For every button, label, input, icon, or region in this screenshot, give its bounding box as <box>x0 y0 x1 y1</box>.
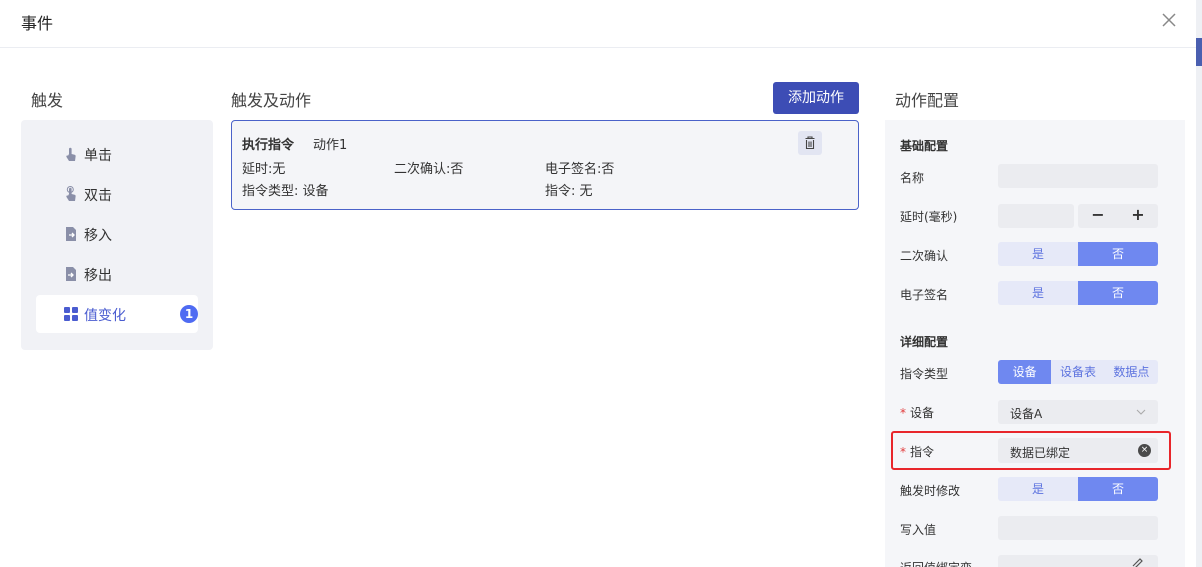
confirm-toggle: 是 否 <box>998 242 1158 266</box>
basic-config-heading: 基础配置 <box>900 139 949 153</box>
cmd-field-value: 数据已绑定 <box>1010 446 1071 460</box>
double-tap-icon <box>66 186 76 201</box>
trigger-title: 触发 <box>31 91 64 110</box>
delete-button[interactable] <box>798 131 822 155</box>
delay-input[interactable] <box>998 204 1074 228</box>
cmd-type-device-table-option[interactable]: 设备表 <box>1051 360 1105 384</box>
trigger-item-double-click[interactable]: 双击 <box>36 175 198 213</box>
name-label: 名称 <box>900 171 925 185</box>
tap-icon <box>66 147 76 161</box>
close-icon[interactable] <box>1159 10 1179 30</box>
cmd-type-device-option[interactable]: 设备 <box>998 360 1052 384</box>
enter-doc-icon <box>66 227 76 241</box>
action-card[interactable]: 执行指令 动作1 延时:无 二次确认:否 电子签名:否 指令类型: 设备 指令:… <box>231 120 859 210</box>
name-input[interactable] <box>998 164 1158 188</box>
trigger-label: 移入 <box>84 228 112 244</box>
scrollbar-edge <box>1196 0 1202 567</box>
action-delay: 延时:无 <box>242 162 286 177</box>
clear-icon[interactable]: × <box>1138 444 1151 457</box>
exit-doc-icon <box>66 267 76 281</box>
confirm-label: 二次确认 <box>900 249 949 263</box>
dialog-header: 事件 <box>0 0 1202 48</box>
modify-label: 触发时修改 <box>900 484 961 498</box>
count-badge: 1 <box>180 305 198 323</box>
trash-icon <box>805 136 815 150</box>
trigger-label: 双击 <box>84 188 112 204</box>
device-select[interactable]: 设备A <box>998 400 1158 424</box>
action-esign: 电子签名:否 <box>545 162 615 177</box>
config-title: 动作配置 <box>895 91 960 110</box>
device-label: * 设备 <box>900 406 935 420</box>
trigger-item-enter[interactable]: 移入 <box>36 215 198 253</box>
confirm-yes-option[interactable]: 是 <box>998 242 1078 266</box>
cmd-type-toggle: 设备 设备表 数据点 <box>998 360 1158 384</box>
trigger-item-click[interactable]: 单击 <box>36 135 198 173</box>
cmd-type-datapoint-option[interactable]: 数据点 <box>1104 360 1158 384</box>
action-cmd: 指令: 无 <box>545 184 593 199</box>
trigger-item-exit[interactable]: 移出 <box>36 255 198 293</box>
esign-label: 电子签名 <box>900 288 949 302</box>
increment-button[interactable]: + <box>1118 204 1158 228</box>
actions-title: 触发及动作 <box>231 91 312 110</box>
trigger-label: 值变化 <box>84 308 126 324</box>
add-action-button[interactable]: 添加动作 <box>773 82 859 114</box>
action-card-name: 动作1 <box>313 138 348 153</box>
esign-yes-option[interactable]: 是 <box>998 281 1078 305</box>
return-binding-label: 返回值绑定变 <box>900 559 972 567</box>
edit-icon[interactable] <box>1130 557 1144 567</box>
trigger-item-value-change[interactable]: 值变化 1 <box>36 295 198 333</box>
chevron-down-icon <box>1136 409 1146 415</box>
esign-no-option[interactable]: 否 <box>1078 281 1158 305</box>
detail-config-heading: 详细配置 <box>900 335 949 349</box>
delay-label: 延时(毫秒) <box>900 210 958 224</box>
grid-icon <box>64 307 78 321</box>
action-confirm: 二次确认:否 <box>394 162 464 177</box>
write-value-input[interactable] <box>998 516 1158 540</box>
cmd-label: * 指令 <box>900 445 935 459</box>
modify-no-option[interactable]: 否 <box>1078 477 1158 501</box>
trigger-list: 单击 双击 移入 移出 值变化 1 <box>21 120 213 350</box>
write-value-label: 写入值 <box>900 523 937 537</box>
confirm-no-option[interactable]: 否 <box>1078 242 1158 266</box>
cmd-type-label: 指令类型 <box>900 367 949 381</box>
dialog-title: 事件 <box>21 14 54 33</box>
action-cmd-type: 指令类型: 设备 <box>242 184 329 199</box>
modify-yes-option[interactable]: 是 <box>998 477 1078 501</box>
trigger-label: 单击 <box>84 148 112 164</box>
esign-toggle: 是 否 <box>998 281 1158 305</box>
cmd-field[interactable]: 数据已绑定 × <box>998 438 1158 463</box>
trigger-label: 移出 <box>84 268 112 284</box>
modify-toggle: 是 否 <box>998 477 1158 501</box>
device-select-value: 设备A <box>1010 407 1043 421</box>
delay-stepper: − + <box>1078 204 1158 228</box>
decrement-button[interactable]: − <box>1078 204 1118 228</box>
action-card-title: 执行指令 <box>242 138 295 153</box>
